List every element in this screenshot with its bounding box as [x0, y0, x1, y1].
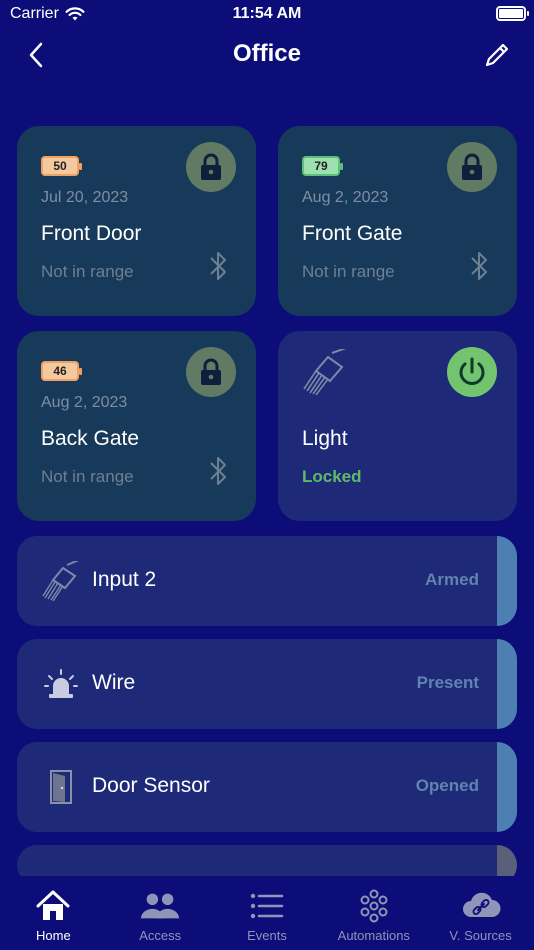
automations-icon [360, 889, 388, 923]
plug-icon [42, 561, 80, 601]
row-label: Input 2 [92, 568, 157, 591]
plug-icon [303, 349, 347, 395]
edit-button[interactable] [482, 40, 512, 70]
status-bar: Carrier 11:54 AM [0, 0, 534, 30]
list-item-input-2[interactable]: Input 2 Armed [17, 536, 517, 626]
pencil-icon [485, 43, 509, 67]
lock-card-back-gate[interactable]: 46 Aug 2, 2023 Back Gate Not in range [17, 331, 256, 521]
row-status: Opened [415, 776, 479, 795]
last-activity-date: Aug 2, 2023 [302, 189, 389, 206]
row-label: Wire [92, 671, 136, 694]
row-status: Present [416, 673, 479, 692]
battery-level-badge: 50 [41, 156, 82, 176]
row-label: Door Sensor [92, 774, 210, 797]
tab-video-sources[interactable]: V. Sources [427, 876, 534, 950]
tab-label: Events [247, 928, 287, 943]
tab-events[interactable]: Events [214, 876, 321, 950]
row-accent-bar [497, 742, 517, 832]
door-icon [50, 770, 72, 804]
cloud-link-icon [462, 892, 501, 917]
switch-card-light[interactable]: Light Locked [278, 331, 517, 521]
bluetooth-icon [210, 457, 226, 485]
lock-card-front-gate[interactable]: 79 Aug 2, 2023 Front Gate Not in range [278, 126, 517, 316]
last-activity-date: Jul 20, 2023 [41, 189, 129, 206]
tab-home[interactable]: Home [0, 876, 107, 950]
lock-button[interactable] [447, 142, 497, 192]
connection-status: Not in range [41, 262, 134, 281]
list-icon [250, 893, 284, 919]
last-activity-date: Aug 2, 2023 [41, 394, 128, 411]
home-icon [36, 890, 70, 920]
row-accent-bar [497, 639, 517, 729]
power-toggle-button[interactable] [447, 347, 497, 397]
people-icon [141, 893, 180, 919]
list-item-door-sensor[interactable]: Door Sensor Opened [17, 742, 517, 832]
lock-icon [462, 153, 482, 180]
tab-label: Access [139, 928, 182, 943]
bluetooth-icon [471, 252, 487, 280]
page-title: Office [232, 40, 301, 67]
status-time: 11:54 AM [232, 5, 302, 22]
lock-button[interactable] [186, 347, 236, 397]
bluetooth-icon [210, 252, 226, 280]
battery-icon [496, 6, 529, 21]
tab-automations[interactable]: Automations [320, 876, 427, 950]
tab-label: Automations [337, 928, 410, 943]
lock-button[interactable] [186, 142, 236, 192]
power-icon [459, 357, 485, 385]
battery-level-badge: 79 [302, 156, 343, 176]
tab-label: V. Sources [449, 928, 512, 943]
lock-name: Back Gate [41, 427, 140, 450]
battery-level-badge: 46 [41, 361, 82, 381]
tab-label: Home [36, 928, 71, 943]
switch-status: Locked [302, 467, 362, 486]
tab-access[interactable]: Access [107, 876, 214, 950]
switch-name: Light [302, 427, 348, 450]
navigation-bar: Office [0, 30, 534, 80]
tab-bar: Home Access Events Automations V. Source… [0, 876, 534, 950]
siren-icon [44, 669, 78, 698]
row-accent-bar [497, 536, 517, 626]
list-item-wire[interactable]: Wire Present [17, 639, 517, 729]
connection-status: Not in range [41, 467, 134, 486]
row-status: Armed [425, 570, 479, 589]
lock-icon [201, 358, 221, 385]
lock-card-front-door[interactable]: 50 Jul 20, 2023 Front Door Not in range [17, 126, 256, 316]
lock-icon [201, 153, 221, 180]
connection-status: Not in range [302, 262, 395, 281]
lock-name: Front Door [41, 222, 142, 245]
lock-name: Front Gate [302, 222, 403, 245]
